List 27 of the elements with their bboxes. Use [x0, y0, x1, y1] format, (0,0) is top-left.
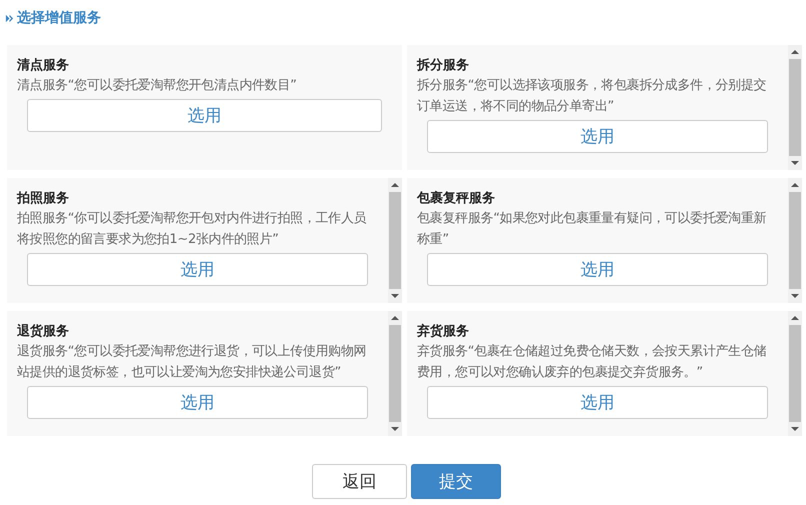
double-chevron-icon: [5, 14, 14, 22]
scrollbar[interactable]: [388, 178, 402, 303]
service-description: 清点服务“您可以委托爱淘帮您开包清点内件数目”: [17, 77, 298, 95]
service-description: 拍照服务“你可以委托爱淘帮您开包对内件进行拍照，工作人员将按照您的留言要求为您拍1~2张内件的照片”: [17, 210, 368, 249]
service-description: 退货服务“您可以委托爱淘帮您进行退货，可以上传使用购物网站提供的退货标签，也可以让爱淘为您安排快递公司退货”: [17, 343, 368, 382]
select-button[interactable]: 选用: [27, 99, 382, 132]
service-title: 包裹复秤服务: [417, 190, 496, 208]
select-button[interactable]: 选用: [27, 253, 368, 286]
scrollbar[interactable]: [788, 45, 802, 170]
scrollbar[interactable]: [788, 311, 802, 436]
service-title: 拍照服务: [17, 190, 70, 208]
select-button[interactable]: 选用: [427, 253, 768, 286]
service-description: 弃货服务“包裹在仓储超过免费仓储天数，会按天累计产生仓储费用，您可以对您确认废弃的包裹提交弃货服务。”: [417, 343, 768, 382]
submit-button[interactable]: 提交: [411, 464, 501, 499]
service-description: 拆分服务“您可以选择该项服务，将包裹拆分成多件，分别提交订单运送，将不同的物品分单寄出”: [417, 77, 768, 116]
service-description: 包裹复秤服务“如果您对此包裹重量有疑问，可以委托爱淘重新称重”: [417, 210, 768, 249]
back-button[interactable]: 返回: [312, 464, 407, 499]
select-button[interactable]: 选用: [27, 386, 368, 419]
select-button[interactable]: 选用: [427, 386, 768, 419]
service-title: 退货服务: [17, 323, 70, 341]
service-title: 弃货服务: [417, 323, 470, 341]
scrollbar[interactable]: [388, 311, 402, 436]
scrollbar[interactable]: [788, 178, 802, 303]
service-title: 清点服务: [17, 57, 70, 75]
service-title: 拆分服务: [417, 57, 470, 75]
select-button[interactable]: 选用: [427, 120, 768, 153]
section-title: 选择增值服务: [17, 9, 101, 27]
